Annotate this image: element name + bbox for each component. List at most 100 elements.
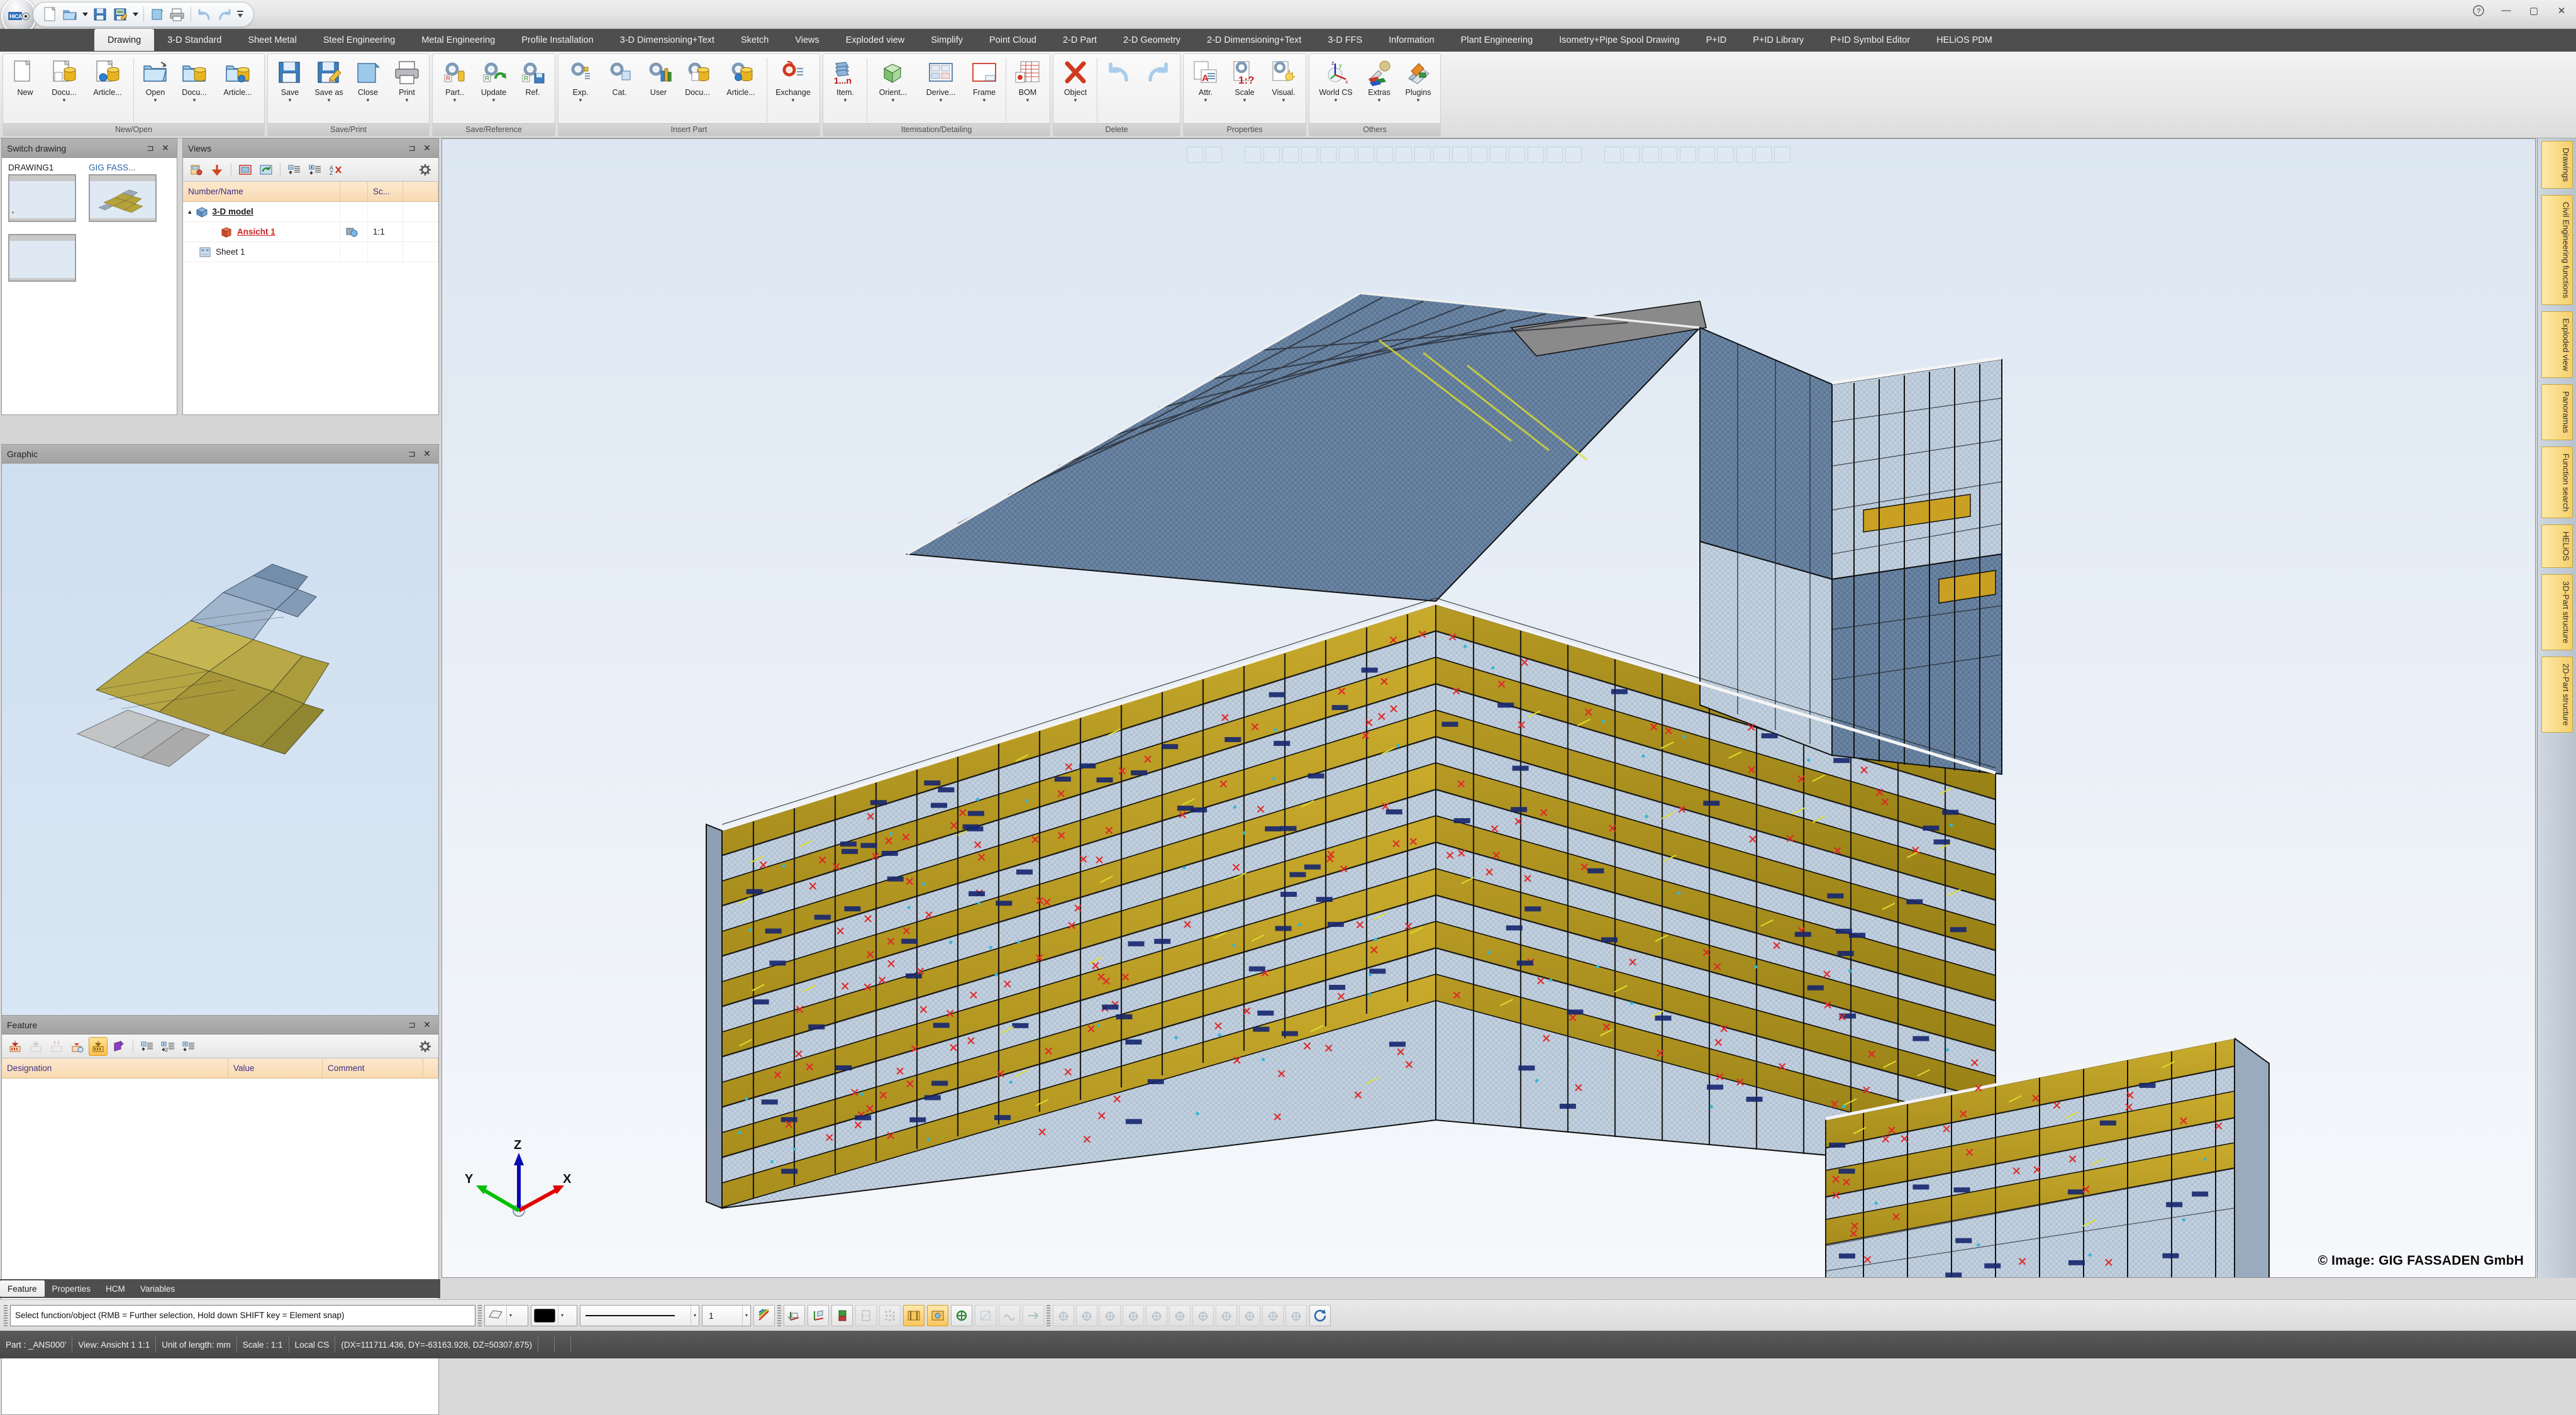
- views-row-name[interactable]: ▴3-D model: [183, 202, 340, 221]
- ribbon-tab-steel-engineering[interactable]: Steel Engineering: [310, 29, 408, 51]
- ribbon-button-exp[interactable]: Exp.▼: [561, 57, 600, 117]
- colour-selector[interactable]: ▾: [531, 1305, 577, 1326]
- rail-tab-panoramas[interactable]: Panoramas: [2541, 384, 2573, 440]
- snap-normal-icon[interactable]: [1123, 1305, 1144, 1326]
- part-colour-icon[interactable]: [831, 1305, 853, 1326]
- rail-tab-2d-part-structure[interactable]: 2D-Part structure: [2541, 657, 2573, 733]
- hcm-constraint-icon[interactable]: [951, 1305, 972, 1326]
- chevron-down-icon[interactable]: ▼: [491, 98, 496, 103]
- feature-column-header[interactable]: Designation: [2, 1058, 228, 1078]
- pin-icon[interactable]: ⊐: [404, 143, 419, 153]
- colour-swatch[interactable]: [534, 1309, 555, 1323]
- qat-undo-icon[interactable]: [196, 6, 213, 23]
- ribbon-button-docu[interactable]: Docu...▼: [45, 57, 84, 117]
- expand-level2-icon[interactable]: 2: [158, 1037, 177, 1056]
- ribbon-button-close[interactable]: Close▼: [348, 57, 387, 117]
- views-row-name[interactable]: Sheet 1: [183, 242, 340, 262]
- snap-centre-icon[interactable]: [1169, 1305, 1191, 1326]
- ribbon-button-docu[interactable]: Docu...▼: [175, 57, 214, 117]
- chevron-down-icon[interactable]: ▼: [1025, 98, 1030, 103]
- toolbar-grip-4[interactable]: [1046, 1305, 1050, 1326]
- ribbon-button-update[interactable]: RUpdate▼: [474, 57, 513, 117]
- close-window-button[interactable]: ✕: [2553, 5, 2570, 19]
- views-grid-body[interactable]: ▴3-D modelAnsicht 11:1Sheet 1: [183, 202, 438, 262]
- qat-redo-icon[interactable]: [216, 6, 233, 23]
- maximize-button[interactable]: ▢: [2526, 5, 2542, 19]
- close-icon[interactable]: ✕: [419, 448, 435, 459]
- close-icon[interactable]: ✕: [419, 1019, 435, 1030]
- line-width-selector[interactable]: 1 ▾: [702, 1305, 751, 1326]
- ribbon-button-attr[interactable]: AAttr.▼: [1186, 57, 1225, 117]
- chevron-down-icon[interactable]: ▾: [558, 1306, 564, 1326]
- chevron-down-icon[interactable]: ▼: [192, 98, 197, 103]
- line-style-selector[interactable]: ▾: [580, 1305, 699, 1326]
- snap-tangent-icon[interactable]: [1146, 1305, 1167, 1326]
- sketch-dim-icon[interactable]: [975, 1305, 996, 1326]
- feature-recalc-icon[interactable]: [89, 1037, 108, 1056]
- rail-tab-exploded-view[interactable]: Exploded view: [2541, 311, 2573, 378]
- feature-insert-icon[interactable]: [6, 1037, 25, 1056]
- feature-exit-icon[interactable]: [109, 1037, 128, 1056]
- view-frame-icon[interactable]: [236, 160, 255, 179]
- ribbon-tab-isometry-pipe-spool-drawing[interactable]: Isometry+Pipe Spool Drawing: [1546, 29, 1692, 51]
- window-controls[interactable]: ? — ▢ ✕: [2470, 5, 2570, 19]
- switch-drawing-thumbnails[interactable]: DRAWING1▸GIG FASS...: [2, 158, 177, 287]
- ribbon-button-world-cs[interactable]: zyxWorld CS▼: [1312, 57, 1360, 117]
- drawing-thumbnail-preview[interactable]: [89, 174, 157, 222]
- chevron-down-icon[interactable]: ▼: [1203, 98, 1208, 103]
- ribbon-tab-3-d-ffs[interactable]: 3-D FFS: [1314, 29, 1375, 51]
- qat-print-icon[interactable]: [169, 6, 186, 23]
- feature-column-header[interactable]: Comment: [323, 1058, 423, 1078]
- arrow-snap-icon[interactable]: [1023, 1305, 1044, 1326]
- coordinate-system-2-icon[interactable]: [808, 1305, 829, 1326]
- ribbon-tab-strip[interactable]: Drawing3-D StandardSheet MetalSteel Engi…: [0, 29, 2576, 52]
- toolbar-grip-2[interactable]: [478, 1305, 482, 1326]
- pin-icon[interactable]: ⊐: [404, 448, 419, 459]
- ribbon-button-frame[interactable]: Frame▼: [965, 57, 1004, 117]
- ribbon-tab-exploded-view[interactable]: Exploded view: [833, 29, 918, 51]
- chevron-down-icon[interactable]: ▾: [691, 1306, 696, 1326]
- ribbon-button-bom[interactable]: BOM▼: [1008, 57, 1047, 117]
- ribbon-button-cat[interactable]: Cat.: [600, 57, 639, 117]
- toolbar-grip-3[interactable]: [777, 1305, 781, 1326]
- ribbon-button-user[interactable]: User: [639, 57, 678, 117]
- rail-tab-drawings[interactable]: Drawings: [2541, 141, 2573, 189]
- chevron-down-icon[interactable]: ▼: [287, 98, 292, 103]
- rail-tab-civil-engineering-functions[interactable]: Civil Engineering functions: [2541, 195, 2573, 305]
- rail-tab-3d-part-structure[interactable]: 3D-Part structure: [2541, 574, 2573, 650]
- chevron-down-icon[interactable]: ▾: [742, 1306, 748, 1326]
- ribbon-tab-p-id[interactable]: P+ID: [1693, 29, 1740, 51]
- qat-close-document-icon[interactable]: [148, 6, 166, 23]
- ribbon-tab-point-cloud[interactable]: Point Cloud: [976, 29, 1050, 51]
- chevron-down-icon[interactable]: ▼: [843, 98, 848, 103]
- ribbon-button-orient[interactable]: Orient...▼: [869, 57, 917, 117]
- ribbon-button-article[interactable]: Article...: [214, 57, 262, 117]
- snap-magnet-icon[interactable]: [1285, 1305, 1307, 1326]
- chevron-down-icon[interactable]: ▼: [404, 98, 409, 103]
- right-side-tab-rail[interactable]: Drawings Civil Engineering functions Explo…: [2537, 138, 2576, 1278]
- layer-selector[interactable]: ▾: [484, 1305, 528, 1326]
- feature-column-header[interactable]: [423, 1058, 438, 1078]
- wave-line-icon[interactable]: [999, 1305, 1020, 1326]
- chevron-down-icon[interactable]: ▼: [578, 98, 583, 103]
- snap-point-icon[interactable]: [1053, 1305, 1074, 1326]
- command-bar[interactable]: Select function/object (RMB = Further se…: [0, 1299, 2576, 1331]
- chevron-down-icon[interactable]: ▼: [62, 98, 67, 103]
- chevron-down-icon[interactable]: ▼: [326, 98, 331, 103]
- chevron-down-icon[interactable]: ▼: [1333, 98, 1338, 103]
- ribbon-tab-p-id-symbol-editor[interactable]: P+ID Symbol Editor: [1817, 29, 1923, 51]
- settings-gear-icon[interactable]: [416, 1037, 435, 1056]
- point-cloud-icon[interactable]: [879, 1305, 901, 1326]
- drawing-thumbnail-preview[interactable]: ▸: [8, 174, 76, 222]
- ribbon-tab-views[interactable]: Views: [782, 29, 832, 51]
- snap-endpoint-icon[interactable]: [1192, 1305, 1214, 1326]
- chevron-down-icon[interactable]: ▼: [1377, 98, 1382, 103]
- ribbon-tab-information[interactable]: Information: [1375, 29, 1448, 51]
- grid-snap-icon[interactable]: [903, 1305, 924, 1326]
- views-row-state-icon[interactable]: [340, 242, 368, 262]
- ribbon-button-derive[interactable]: Derive...▼: [917, 57, 965, 117]
- ribbon-button-exchange[interactable]: Exchange▼: [769, 57, 817, 117]
- chevron-down-icon[interactable]: ▼: [891, 98, 896, 103]
- ribbon-tab-3-d-dimensioning-text[interactable]: 3-D Dimensioning+Text: [607, 29, 728, 51]
- chevron-down-icon[interactable]: ▼: [938, 98, 943, 103]
